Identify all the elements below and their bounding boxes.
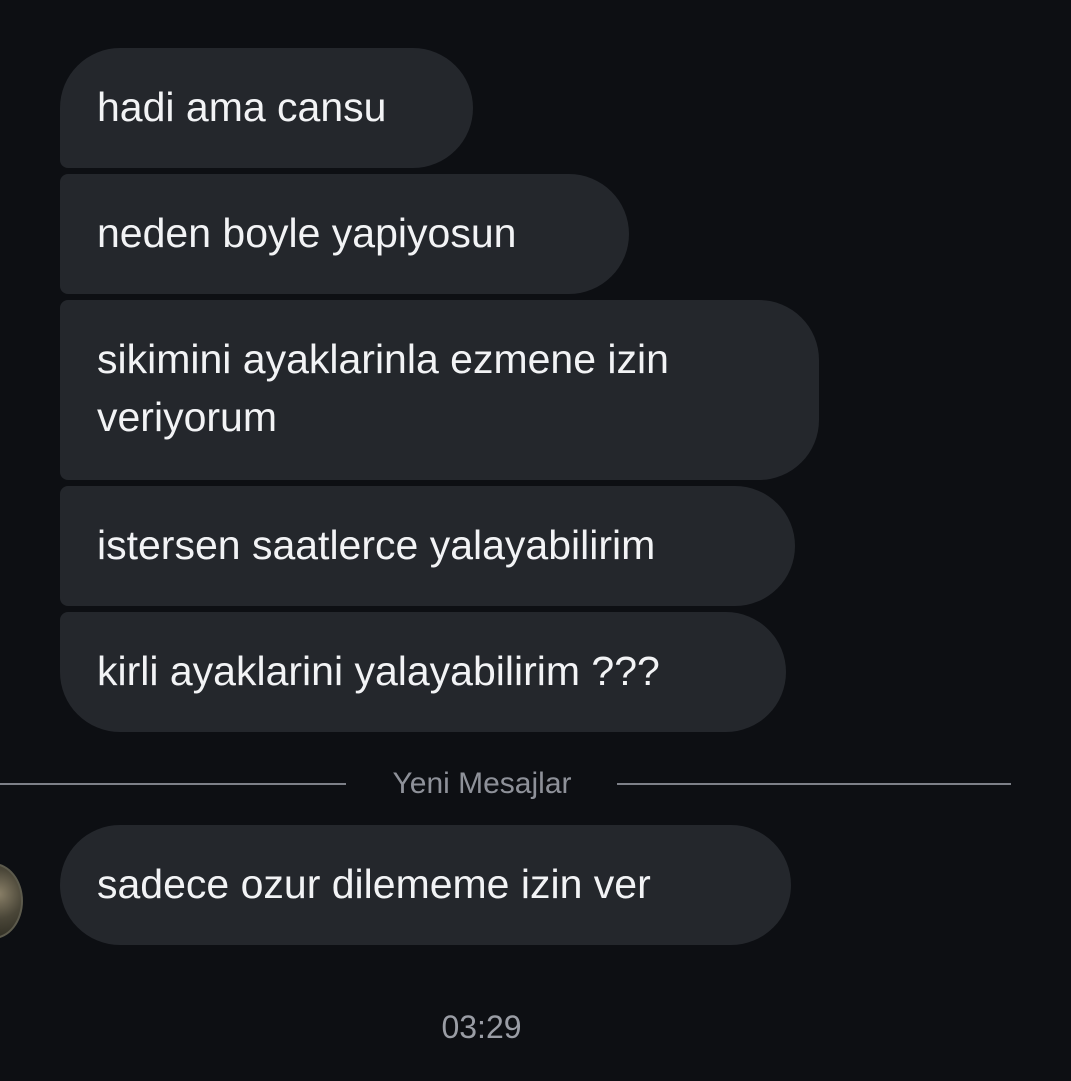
message-bubble[interactable]: hadi ama cansu: [60, 48, 473, 168]
message-bubble[interactable]: kirli ayaklarini yalayabilirim ???: [60, 612, 786, 732]
avatar[interactable]: [0, 863, 23, 939]
message-text: neden boyle yapiyosun: [97, 210, 517, 256]
divider-line-right: [617, 783, 1011, 785]
message-timestamp: 03:29: [441, 1009, 522, 1045]
message-bubble[interactable]: sadece ozur dilememe izin ver: [60, 825, 791, 945]
message-text: sadece ozur dilememe izin ver: [97, 861, 651, 907]
message-bubble[interactable]: neden boyle yapiyosun: [60, 174, 629, 294]
message-text: hadi ama cansu: [97, 84, 387, 130]
message-text: sikimini ayaklarinla ezmene izin veriyor…: [97, 336, 669, 440]
message-text: istersen saatlerce yalayabilirim: [97, 522, 656, 568]
divider-label: Yeni Mesajlar: [392, 767, 572, 800]
message-bubble[interactable]: istersen saatlerce yalayabilirim: [60, 486, 795, 606]
message-text: kirli ayaklarini yalayabilirim ???: [97, 648, 660, 694]
message-bubble[interactable]: sikimini ayaklarinla ezmene izin veriyor…: [60, 300, 819, 480]
divider-line-left: [0, 783, 346, 785]
